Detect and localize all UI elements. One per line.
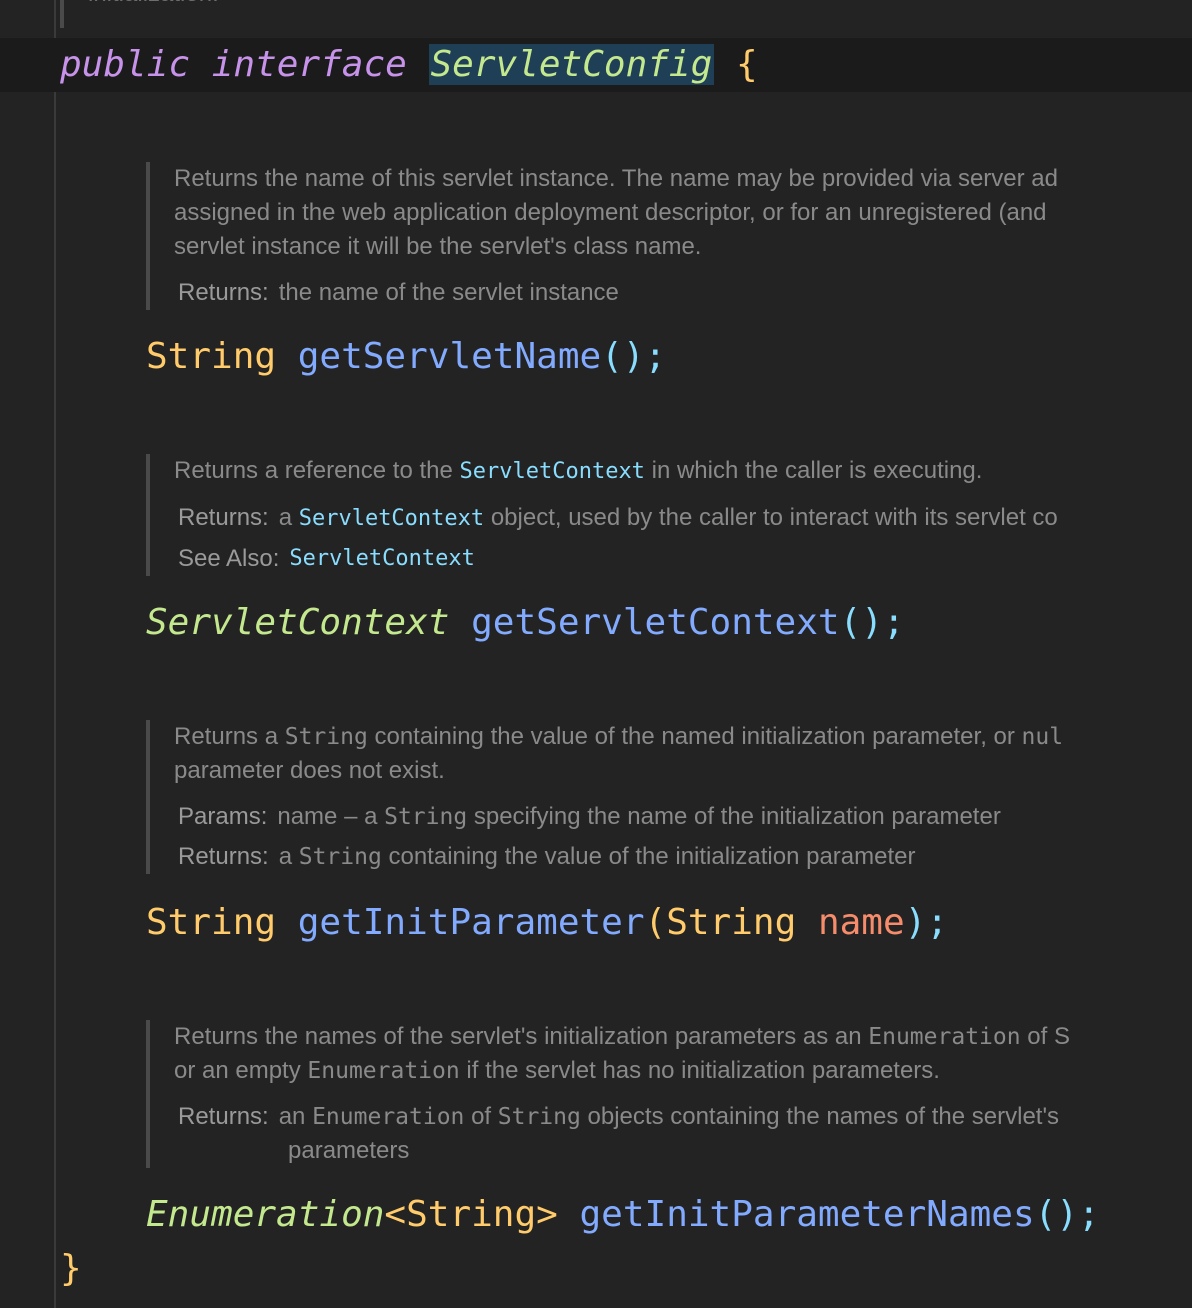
servletcontext-link[interactable]: ServletContext — [289, 542, 474, 576]
returns-code: String — [497, 1104, 581, 1130]
doc-code: nul — [1021, 724, 1064, 750]
interface-name[interactable]: ServletConfig — [428, 44, 715, 85]
returns-row: Returns: a ServletContext object, used b… — [174, 501, 1192, 536]
doc-comment-fragment: initialization. — [88, 0, 219, 8]
doc-text: Returns the names of the servlet's initi… — [174, 1023, 869, 1050]
signature-end: (); — [1034, 1194, 1100, 1235]
returns-pre: an — [278, 1103, 313, 1130]
return-type[interactable]: ServletContext — [146, 602, 449, 643]
see-also-row: See Also: ServletContext — [174, 542, 1192, 576]
close-brace-char: } — [60, 1248, 82, 1289]
keyword-public[interactable]: public — [60, 44, 190, 85]
params-text: name – a String specifying the name of t… — [277, 800, 1000, 834]
returns-pre: a — [278, 843, 299, 870]
returns-mid: of — [464, 1103, 498, 1130]
doc-text: Returns a — [174, 723, 285, 750]
returns-row: Returns: the name of the servlet instanc… — [174, 276, 1192, 310]
editor-gutter-line — [54, 0, 56, 1308]
return-type[interactable]: Enumeration — [146, 1194, 384, 1235]
doc-code: Enumeration — [868, 1024, 1021, 1050]
returns-post: objects containing the names of the serv… — [580, 1103, 1060, 1130]
returns-row: Returns: an Enumeration of String object… — [174, 1100, 1192, 1134]
doc-line: or an empty Enumeration if the servlet h… — [174, 1054, 1192, 1088]
params-code: String — [384, 804, 468, 830]
doc-comment-bar — [60, 0, 64, 28]
servletcontext-link[interactable]: ServletContext — [299, 506, 484, 531]
returns-label: Returns: — [178, 843, 269, 870]
method-name[interactable]: getInitParameter — [298, 902, 645, 943]
method-getServletName[interactable]: String getServletName(); — [146, 330, 666, 384]
returns-text: a ServletContext object, used by the cal… — [279, 501, 1058, 536]
keyword-interface[interactable]: interface — [212, 44, 407, 85]
doc-comment-getInitParameter: Returns a String containing the value of… — [146, 720, 1192, 874]
doc-code: Enumeration — [307, 1058, 460, 1084]
returns-label: Returns: — [178, 1103, 269, 1130]
signature-end: ); — [904, 902, 948, 943]
method-getInitParameterNames[interactable]: Enumeration<String> getInitParameterName… — [146, 1188, 1100, 1242]
returns-row: Returns: a String containing the value o… — [174, 840, 1192, 874]
returns-label: Returns: — [178, 504, 269, 531]
signature-end: (); — [839, 602, 905, 643]
doc-text: or an empty — [174, 1057, 308, 1084]
doc-text: in which the caller is executing. — [644, 457, 983, 484]
doc-line: servlet instance it will be the servlet'… — [174, 233, 702, 260]
doc-comment-getInitParameterNames: Returns the names of the servlet's initi… — [146, 1020, 1192, 1168]
servletcontext-link[interactable]: ServletContext — [460, 459, 645, 484]
returns-code: String — [298, 844, 382, 870]
close-brace: } — [60, 1242, 82, 1296]
doc-text: of S — [1020, 1023, 1070, 1050]
returns-post: containing the value of the initializati… — [381, 843, 916, 870]
doc-text: containing the value of the named initia… — [367, 723, 1022, 750]
param-type[interactable]: String — [666, 902, 796, 943]
params-row: Params: name – a String specifying the n… — [174, 800, 1192, 834]
returns-post: object, used by the caller to interact w… — [484, 504, 1058, 531]
doc-line: Returns the name of this servlet instanc… — [174, 165, 1059, 192]
method-getInitParameter[interactable]: String getInitParameter(String name); — [146, 896, 948, 950]
return-type[interactable]: String — [146, 336, 276, 377]
method-name[interactable]: getServletName — [298, 336, 601, 377]
doc-comment-getServletContext: Returns a reference to the ServletContex… — [146, 454, 1192, 576]
returns-text: the name of the servlet instance — [278, 279, 619, 306]
doc-text: if the servlet has no initialization par… — [459, 1057, 940, 1084]
see-also-label: See Also: — [178, 545, 280, 572]
doc-text: Returns a reference to the — [174, 457, 460, 484]
doc-line: Returns the names of the servlet's initi… — [174, 1020, 1192, 1054]
open-brace: { — [735, 44, 758, 85]
method-getServletContext[interactable]: ServletContext getServletContext(); — [146, 596, 905, 650]
doc-line: parameter does not exist. — [174, 757, 445, 784]
return-type[interactable]: String — [146, 902, 276, 943]
returns-continuation: parameters — [288, 1137, 410, 1164]
doc-line: Returns a String containing the value of… — [174, 720, 1192, 754]
doc-code: String — [284, 724, 368, 750]
doc-line: assigned in the web application deployme… — [174, 199, 1047, 226]
params-pre: name – a — [277, 803, 385, 830]
generic-type[interactable]: <String> — [384, 1194, 557, 1235]
returns-code: Enumeration — [312, 1104, 465, 1130]
interface-declaration[interactable]: public interface ServletConfig { — [60, 38, 758, 92]
returns-label: Returns: — [178, 279, 269, 306]
params-label: Params: — [178, 803, 268, 830]
method-name[interactable]: getInitParameterNames — [580, 1194, 1035, 1235]
param-name[interactable]: name — [818, 902, 905, 943]
doc-line: Returns a reference to the ServletContex… — [174, 454, 1192, 489]
returns-text: an Enumeration of String objects contain… — [279, 1100, 1059, 1134]
returns-pre: a — [278, 504, 299, 531]
doc-comment-getServletName: Returns the name of this servlet instanc… — [146, 162, 1192, 310]
method-name[interactable]: getServletContext — [471, 602, 839, 643]
open-paren: ( — [644, 902, 667, 943]
signature-end: (); — [601, 336, 667, 377]
returns-text: a String containing the value of the ini… — [279, 840, 916, 874]
params-post: specifying the name of the initializatio… — [467, 803, 1001, 830]
